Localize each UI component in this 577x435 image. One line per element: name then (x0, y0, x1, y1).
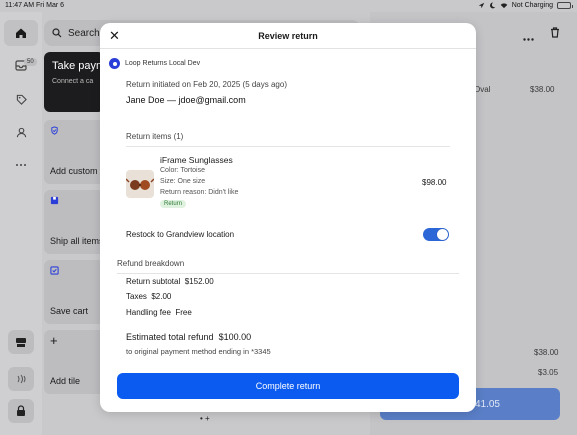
rail-inbox[interactable] (0, 52, 42, 78)
package-icon (50, 196, 59, 205)
lock-button[interactable] (8, 399, 34, 423)
loop-logo-icon (109, 58, 120, 69)
person-icon (16, 127, 26, 137)
rail-customers[interactable] (0, 119, 42, 145)
toggle-knob (437, 229, 448, 240)
taxes-row: Taxes $2.00 (126, 292, 171, 301)
save-icon (50, 266, 59, 275)
search-icon (52, 28, 62, 38)
lock-icon (17, 405, 25, 416)
inbox-badge: 50 (24, 58, 37, 66)
home-icon (16, 28, 26, 38)
customer-info: Jane Doe — jdoe@gmail.com (126, 95, 246, 105)
tile-add-custom[interactable]: Add custom s (44, 120, 105, 184)
tile-ship-all[interactable]: Ship all items (44, 190, 104, 254)
rail-more[interactable] (0, 152, 42, 178)
item-size: Size: One size (160, 178, 206, 185)
take-payment-tile[interactable]: Take paym Connect a ca (44, 52, 106, 112)
battery-label: Not Charging (511, 2, 553, 9)
divider (126, 146, 450, 147)
take-payment-subtitle: Connect a ca (52, 78, 94, 85)
tile-add-tile[interactable]: + Add tile (44, 330, 104, 394)
status-time: 11:47 AM (5, 2, 35, 9)
estimated-refund-label: Estimated total refund (126, 332, 214, 342)
moon-icon (489, 2, 496, 9)
search-label: Search (68, 27, 100, 39)
item-name: iFrame Sunglasses (160, 155, 233, 165)
return-items-heading: Return items (1) (126, 132, 184, 141)
payment-method-note: to original payment method ending in *33… (126, 347, 271, 356)
item-reason: Return reason: Didn't like (160, 189, 239, 196)
return-initiated: Return initiated on Feb 20, 2025 (5 days… (126, 80, 287, 89)
handling-value: Free (175, 308, 192, 317)
return-subtotal-label: Return subtotal (126, 277, 181, 286)
return-tag: Return (160, 200, 187, 208)
cart-item-price: $38.00 (530, 85, 555, 94)
take-payment-title: Take paym (52, 60, 106, 72)
rail-home[interactable] (4, 20, 38, 46)
status-bar: 11:47 AM Fri Mar 6 Not Charging (0, 0, 577, 12)
item-color: Color: Tortoise (160, 167, 206, 174)
cart-summary-value: $38.00 (534, 348, 559, 357)
modal-header: ✕ Review return (100, 23, 476, 49)
taxes-label: Taxes (126, 292, 147, 301)
status-date: Fri Mar 6 (36, 2, 64, 9)
handling-label: Handling fee (126, 308, 171, 317)
trash-icon[interactable] (550, 25, 560, 43)
cart-summary-value: $3.05 (538, 368, 559, 377)
product-thumbnail (126, 170, 154, 198)
tile-label: Save cart (50, 306, 89, 316)
restock-toggle[interactable] (423, 228, 449, 241)
handling-row: Handling fee Free (126, 308, 192, 317)
tile-label: Ship all items (50, 236, 104, 246)
more-options-icon[interactable] (523, 28, 534, 46)
page-indicator[interactable]: • + (200, 414, 210, 423)
more-horizontal-icon (16, 164, 26, 166)
item-price: $98.00 (422, 178, 447, 187)
restock-label: Restock to Grandview location (126, 230, 235, 239)
estimated-refund-value: $100.00 (218, 332, 252, 342)
review-return-modal: ✕ Review return Loop Returns Local Dev R… (100, 23, 476, 412)
battery-icon (557, 2, 573, 9)
rail-tags[interactable] (0, 86, 42, 112)
divider (117, 273, 459, 274)
store-name: Loop Returns Local Dev (125, 60, 201, 67)
register-icon (16, 337, 26, 347)
location-icon (478, 2, 485, 9)
tile-label: Add custom s (50, 166, 105, 176)
left-rail: 50 (0, 12, 42, 435)
cart-item-name: Oval (474, 85, 491, 94)
tile-label: Add tile (50, 376, 81, 386)
tile-save-cart[interactable]: Save cart (44, 260, 104, 324)
status-icons: Not Charging (478, 2, 573, 9)
contactless-icon (17, 374, 26, 384)
wifi-icon (500, 3, 508, 9)
return-subtotal-value: $152.00 (184, 277, 214, 286)
return-subtotal-row: Return subtotal $152.00 (126, 277, 214, 286)
register-button[interactable] (8, 330, 34, 354)
plus-icon: + (50, 333, 58, 348)
badge-check-icon (51, 126, 58, 135)
refund-breakdown-heading: Refund breakdown (117, 259, 185, 268)
complete-return-label: Complete return (255, 381, 321, 391)
modal-title: Review return (258, 31, 318, 41)
tap-button[interactable] (8, 367, 34, 391)
taxes-value: $2.00 (151, 292, 172, 301)
estimated-refund-row: Estimated total refund $100.00 (126, 332, 251, 342)
tag-icon (16, 94, 27, 105)
complete-return-button[interactable]: Complete return (117, 373, 459, 399)
